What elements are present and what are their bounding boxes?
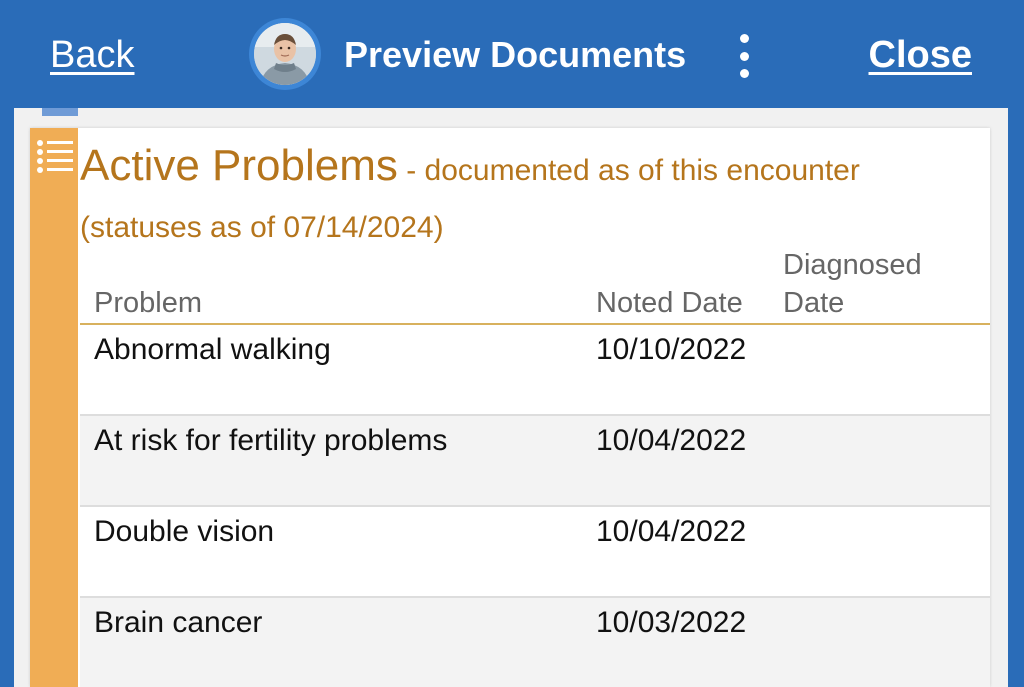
section-heading: Active Problems - documented as of this … [80,140,970,259]
table-row: Abnormal walking 10/10/2022 [80,325,990,416]
problems-table: Abnormal walking 10/10/2022 At risk for … [80,325,990,687]
list-icon [36,138,74,174]
app-header: Back Preview Documents Close [0,0,1024,108]
section-accent-bar [30,128,78,687]
noted-date-cell: 10/03/2022 [596,606,747,639]
column-header-diagnosed-date: Diagnosed Date [783,249,922,319]
avatar[interactable] [249,18,321,90]
noted-date-cell: 10/04/2022 [596,515,747,548]
active-problems-card: Active Problems - documented as of this … [30,128,990,687]
close-button[interactable]: Close [869,34,972,77]
column-header-noted-date: Noted Date [596,287,743,319]
avatar-photo [254,23,316,85]
table-row: At risk for fertility problems 10/04/202… [80,416,990,507]
page-title: Preview Documents [344,34,687,75]
table-row: Brain cancer 10/03/2022 [80,598,990,687]
table-row: Double vision 10/04/2022 [80,507,990,598]
problem-cell: Brain cancer [94,606,263,639]
noted-date-cell: 10/10/2022 [596,333,747,366]
scroll-indicator [42,108,78,116]
problem-cell: At risk for fertility problems [94,424,448,457]
problem-cell: Abnormal walking [94,333,331,366]
section-title: Active Problems [80,141,398,190]
back-button[interactable]: Back [50,34,134,77]
problem-cell: Double vision [94,515,275,548]
more-options-icon[interactable] [736,34,752,78]
noted-date-cell: 10/04/2022 [596,424,747,457]
column-header-problem: Problem [94,287,202,319]
